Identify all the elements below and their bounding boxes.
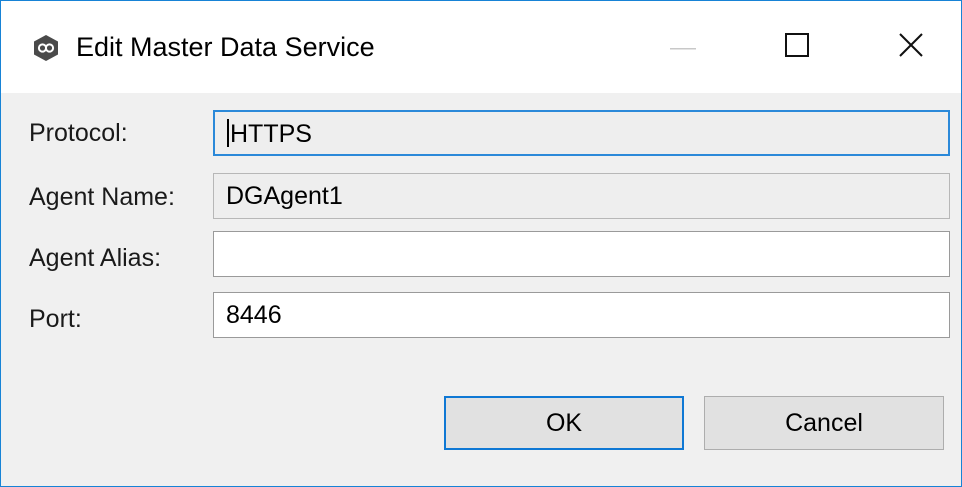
protocol-field[interactable]: HTTPS (213, 110, 950, 156)
protocol-value: HTTPS (230, 120, 312, 148)
maximize-icon (784, 32, 810, 63)
edit-master-data-service-dialog: Edit Master Data Service Protocol: HTTPS… (0, 0, 962, 487)
agent-name-field[interactable]: DGAgent1 (213, 173, 950, 219)
agent-alias-field[interactable] (213, 231, 950, 277)
peer-logo-icon (32, 34, 60, 62)
close-button[interactable] (881, 1, 941, 93)
protocol-label: Protocol: (29, 119, 128, 147)
dialog-body: Protocol: HTTPS Agent Name: DGAgent1 Age… (1, 93, 961, 486)
port-label: Port: (29, 305, 82, 333)
port-value: 8446 (226, 301, 282, 329)
minimize-button[interactable] (653, 1, 713, 93)
maximize-button[interactable] (767, 1, 827, 93)
text-caret (227, 119, 229, 147)
port-field[interactable]: 8446 (213, 292, 950, 338)
dialog-title: Edit Master Data Service (76, 32, 375, 62)
agent-name-value: DGAgent1 (226, 182, 343, 210)
cancel-button[interactable]: Cancel (704, 396, 944, 450)
minimize-icon (668, 38, 698, 56)
close-icon (898, 32, 924, 63)
ok-button[interactable]: OK (444, 396, 684, 450)
agent-name-label: Agent Name: (29, 183, 175, 211)
title-bar[interactable]: Edit Master Data Service (1, 1, 961, 93)
agent-alias-label: Agent Alias: (29, 244, 162, 272)
